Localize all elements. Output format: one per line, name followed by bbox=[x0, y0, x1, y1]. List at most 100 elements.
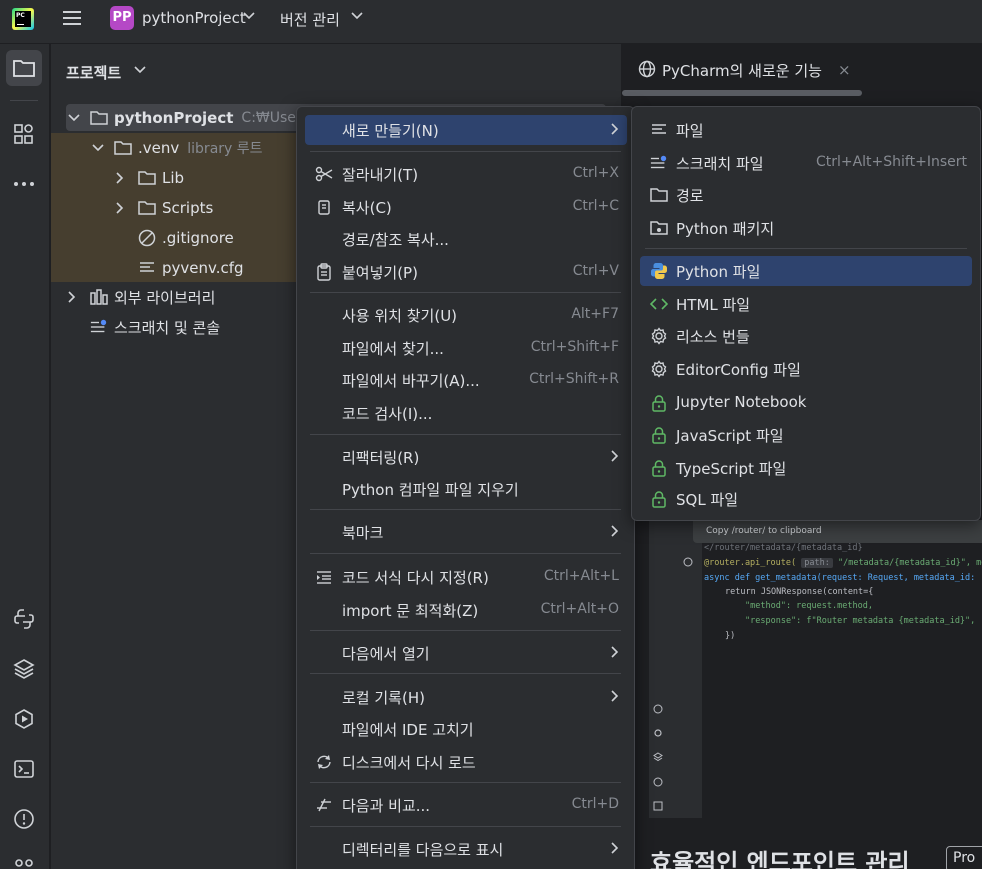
code-line: return JSONResponse(content={ bbox=[725, 587, 874, 597]
submenu-item-html-file[interactable]: HTML 파일 bbox=[640, 289, 972, 319]
layers-icon bbox=[653, 752, 663, 762]
chevron-down-icon[interactable] bbox=[92, 144, 106, 152]
menu-item-bookmarks[interactable]: 북마크 bbox=[305, 517, 627, 547]
menu-item-mark-directory[interactable]: 디렉터리를 다음으로 표시 bbox=[305, 834, 627, 864]
submenu-item-scratch[interactable]: 스크래치 파일 Ctrl+Alt+Shift+Insert bbox=[640, 148, 972, 178]
chevron-right-icon bbox=[611, 842, 619, 854]
menu-item-fix-ide[interactable]: 파일에서 IDE 고치기 bbox=[305, 714, 627, 744]
submenu-item-sql[interactable]: SQL 파일 bbox=[640, 484, 972, 514]
menu-item-paste[interactable]: 붙여넣기(P) Ctrl+V bbox=[305, 257, 627, 287]
menu-item-new[interactable]: 새로 만들기(N) bbox=[305, 115, 627, 145]
tree-item-label: 외부 라이브러리 bbox=[114, 288, 216, 307]
tab-scrollbar[interactable] bbox=[622, 90, 862, 96]
problems-icon[interactable] bbox=[6, 801, 42, 837]
terminal-icon[interactable] bbox=[6, 751, 42, 787]
text-file-icon bbox=[650, 121, 668, 139]
submenu-item-directory[interactable]: 경로 bbox=[640, 180, 972, 210]
code-line: "response": f"Router metadata {metadata_… bbox=[745, 616, 976, 626]
code-hint: path: bbox=[801, 558, 833, 568]
git-icon[interactable] bbox=[6, 851, 42, 869]
chevron-right-icon[interactable] bbox=[68, 291, 82, 303]
editor-tab[interactable]: PyCharm의 새로운 기능 bbox=[662, 60, 822, 81]
services-icon[interactable] bbox=[6, 701, 42, 737]
menu-separator bbox=[310, 630, 621, 631]
lock-icon bbox=[650, 490, 668, 508]
layers-icon[interactable] bbox=[6, 651, 42, 687]
tree-item-venv[interactable]: .venv library 루트 bbox=[92, 134, 263, 162]
chevron-right-icon bbox=[611, 690, 619, 702]
menu-separator bbox=[310, 151, 621, 152]
submenu-item-jupyter[interactable]: Jupyter Notebook bbox=[640, 388, 972, 418]
menu-item-delete-compiled[interactable]: Python 컴파일 파일 지우기 bbox=[305, 474, 627, 504]
tool-window-strip bbox=[0, 44, 50, 869]
menu-separator bbox=[310, 826, 621, 827]
menu-item-find-in-files[interactable]: 파일에서 찾기... Ctrl+Shift+F bbox=[305, 333, 627, 363]
pycharm-logo-icon[interactable]: PC bbox=[12, 8, 34, 30]
submenu-item-editorconfig[interactable]: EditorConfig 파일 bbox=[640, 354, 972, 384]
submenu-item-python-package[interactable]: Python 패키지 bbox=[640, 213, 972, 243]
menu-item-copy-path[interactable]: 경로/참조 복사... bbox=[305, 224, 627, 254]
compare-icon bbox=[315, 796, 333, 814]
menu-item-reload[interactable]: 디스크에서 다시 로드 bbox=[305, 747, 627, 777]
context-menu: 새로 만들기(N) 잘라내기(T) Ctrl+X 복사(C) Ctrl+C 경로… bbox=[296, 106, 635, 869]
submenu-item-file[interactable]: 파일 bbox=[640, 115, 972, 145]
project-avatar[interactable]: PP bbox=[110, 6, 134, 30]
hamburger-menu-icon[interactable] bbox=[61, 8, 83, 28]
menu-item-find-usages[interactable]: 사용 위치 찾기(U) Alt+F7 bbox=[305, 300, 627, 330]
tree-item-gitignore[interactable]: .gitignore bbox=[138, 224, 234, 252]
tree-item-label: Lib bbox=[162, 169, 185, 187]
panel-title[interactable]: 프로젝트 bbox=[66, 62, 121, 83]
chevron-down-icon[interactable] bbox=[351, 12, 363, 20]
menu-item-refactor[interactable]: 리팩터링(R) bbox=[305, 442, 627, 472]
more-icon[interactable] bbox=[6, 166, 42, 202]
project-switcher[interactable]: pythonProject bbox=[142, 9, 246, 27]
python-console-icon[interactable] bbox=[6, 601, 42, 637]
menu-separator bbox=[310, 434, 621, 435]
code-line: }) bbox=[725, 631, 736, 641]
services-icon bbox=[653, 777, 663, 787]
tree-item-root[interactable]: pythonProject C:₩Users₩ bbox=[68, 104, 323, 132]
code-line: @router.api_route( path: "/metadata/{met… bbox=[704, 558, 982, 568]
tree-item-scripts[interactable]: Scripts bbox=[116, 194, 213, 222]
tree-item-external-libs[interactable]: 외부 라이브러리 bbox=[68, 283, 215, 311]
tree-item-scratches[interactable]: 스크래치 및 콘솔 bbox=[90, 313, 220, 341]
submenu-item-javascript[interactable]: JavaScript 파일 bbox=[640, 420, 972, 450]
menu-item-inspect-code[interactable]: 코드 검사(I)... bbox=[305, 398, 627, 428]
menu-separator bbox=[310, 782, 621, 783]
menu-item-compare[interactable]: 다음과 비교... Ctrl+D bbox=[305, 790, 627, 820]
tree-item-lib[interactable]: Lib bbox=[116, 164, 184, 192]
lock-icon bbox=[650, 459, 668, 477]
menu-item-copy[interactable]: 복사(C) Ctrl+C bbox=[305, 192, 627, 222]
menu-item-local-history[interactable]: 로컬 기록(H) bbox=[305, 682, 627, 712]
menu-separator bbox=[310, 553, 621, 554]
chevron-right-icon[interactable] bbox=[116, 202, 130, 214]
scratch-icon bbox=[650, 154, 668, 172]
tree-item-label: .gitignore bbox=[162, 229, 234, 247]
menu-item-optimize-imports[interactable]: import 문 최적화(Z) Ctrl+Alt+O bbox=[305, 595, 627, 625]
code-line: async def get_metadata(request: Request,… bbox=[704, 573, 976, 583]
chevron-down-icon[interactable] bbox=[68, 114, 82, 122]
reformat-icon bbox=[315, 568, 333, 586]
chevron-right-icon bbox=[611, 525, 619, 537]
copy-icon bbox=[315, 198, 333, 216]
submenu-item-typescript[interactable]: TypeScript 파일 bbox=[640, 453, 972, 483]
menu-item-replace-in-files[interactable]: 파일에서 바꾸기(A)... Ctrl+Shift+R bbox=[305, 365, 627, 395]
project-folder-icon[interactable] bbox=[6, 50, 42, 86]
chevron-right-icon[interactable] bbox=[116, 172, 130, 184]
reload-icon bbox=[315, 753, 333, 771]
menu-item-reformat[interactable]: 코드 서식 다시 지정(R) Ctrl+Alt+L bbox=[305, 562, 627, 592]
html-icon bbox=[650, 295, 668, 313]
tree-item-pyvenv[interactable]: pyvenv.cfg bbox=[138, 254, 244, 282]
close-icon[interactable]: × bbox=[838, 61, 851, 79]
folder-icon bbox=[138, 199, 156, 217]
submenu-item-resource-bundle[interactable]: 리소스 번들 bbox=[640, 321, 972, 351]
structure-icon[interactable] bbox=[6, 116, 42, 152]
vcs-menu[interactable]: 버전 관리 bbox=[280, 9, 340, 30]
scissors-icon bbox=[315, 165, 333, 183]
chevron-right-icon bbox=[611, 450, 619, 462]
menu-item-cut[interactable]: 잘라내기(T) Ctrl+X bbox=[305, 159, 627, 189]
submenu-item-python-file[interactable]: Python 파일 bbox=[640, 256, 972, 286]
chevron-down-icon[interactable] bbox=[243, 12, 255, 20]
menu-item-open-in[interactable]: 다음에서 열기 bbox=[305, 638, 627, 668]
chevron-down-icon[interactable] bbox=[134, 66, 146, 74]
